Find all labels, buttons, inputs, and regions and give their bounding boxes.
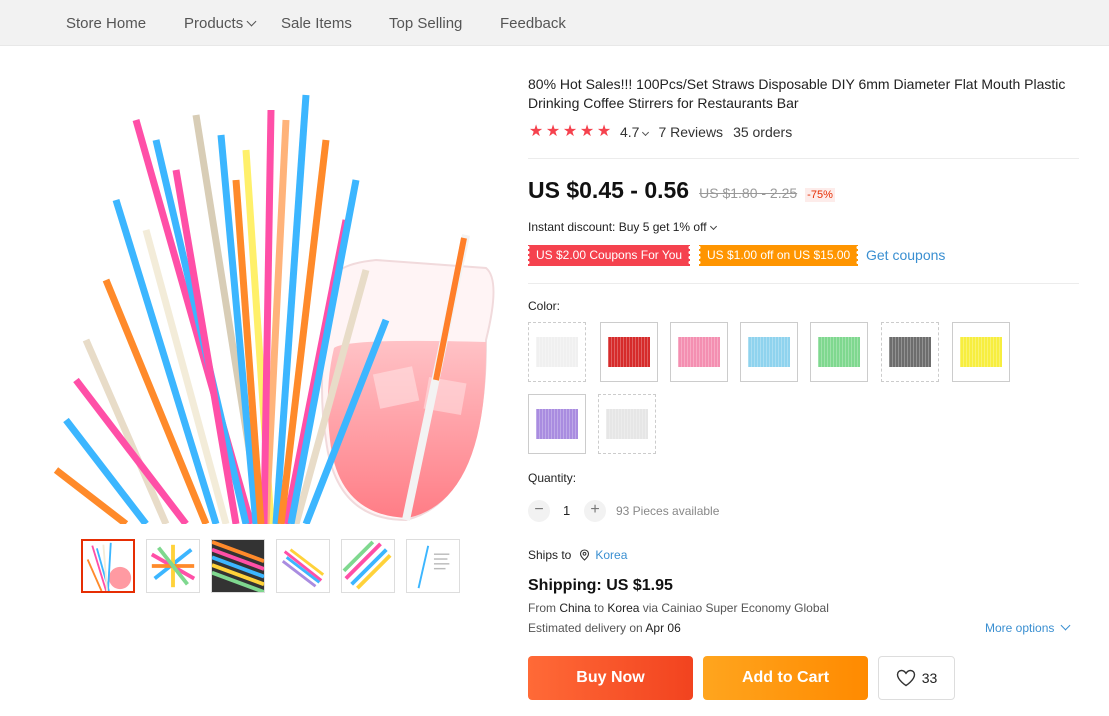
route-from-prefix: From [528,601,560,615]
color-label: Color: [528,299,561,313]
quantity-label: Quantity: [528,471,577,485]
color-swatch-white[interactable] [528,322,586,382]
thumbnail-6[interactable] [406,539,460,593]
thumbnail-4[interactable] [276,539,330,593]
swatch-color [536,337,578,367]
nav-sale-items[interactable]: Sale Items [281,15,352,32]
star-icon: ★ [528,123,544,140]
current-price: US $0.45 - 0.56 [528,177,690,203]
instant-discount[interactable]: Instant discount: Buy 5 get 1% off [528,220,717,234]
original-price: US $1.80 - 2.25 [699,185,798,201]
color-swatch-green[interactable] [810,322,868,382]
wishlist-count: 33 [921,670,938,686]
swatch-color [818,337,860,367]
route-to-word: to [590,601,608,615]
route-via: via Cainiao Super Economy Global [639,601,829,615]
color-swatch-red[interactable] [600,322,658,382]
color-swatch-clear[interactable] [598,394,656,454]
location-pin-icon [580,549,590,561]
quantity-decrease-button[interactable]: − [528,500,550,522]
quantity-available: 93 Pieces available [616,504,720,518]
star-icon: ★ [596,123,612,140]
orders-count: 35 orders [733,124,793,140]
straws-photo [53,94,495,524]
instant-discount-text: Instant discount: Buy 5 get 1% off [528,220,707,234]
reviews-link[interactable]: 7 Reviews [658,124,723,140]
star-icon: ★ [562,123,578,140]
divider [528,283,1079,284]
product-title: 80% Hot Sales!!! 100Pcs/Set Straws Dispo… [528,76,1066,111]
swatch-color [536,409,578,439]
estimated-delivery: Estimated delivery on Apr 06 [528,621,681,635]
thumbnail-image [342,540,394,592]
product-main-image[interactable] [46,80,496,524]
coupon-select[interactable]: US $1.00 off on US $15.00 [699,245,859,266]
nav-store-home[interactable]: Store Home [66,15,146,32]
ships-to-row: Ships to Korea [528,548,627,562]
thumbnail-image [147,540,199,592]
store-nav-bar: Store Home Products Sale Items Top Selli… [0,0,1109,46]
get-coupons-link[interactable]: Get coupons [866,247,945,263]
coupon-store[interactable]: US $2.00 Coupons For You [528,245,691,266]
quantity-increase-button[interactable]: + [584,500,606,522]
chevron-down-icon [246,16,257,27]
wishlist-button[interactable]: 33 [878,656,955,700]
swatch-color [606,409,648,439]
swatch-color [889,337,931,367]
color-swatch-yellow[interactable] [952,322,1010,382]
ships-to-label: Ships to [528,548,572,562]
eta-prefix: Estimated delivery on [528,621,646,635]
eta-date: Apr 06 [645,621,681,635]
star-icon: ★ [579,123,595,140]
route-from-country: China [559,601,591,615]
thumbnail-3[interactable] [211,539,265,593]
rating-value[interactable]: 4.7 [620,124,650,140]
thumbnail-1[interactable] [81,539,135,593]
thumbnail-image [83,541,133,591]
thumbnail-image [277,540,329,592]
swatch-color [960,337,1002,367]
shipping-cost: Shipping: US $1.95 [528,577,673,594]
heart-icon [896,669,915,687]
price-row: US $0.45 - 0.56 US $1.80 - 2.25 -75% [528,177,835,204]
star-icon: ★ [545,123,561,140]
nav-products[interactable]: Products [184,15,257,32]
buy-now-button[interactable]: Buy Now [528,656,693,700]
thumbnail-5[interactable] [341,539,395,593]
more-options-link[interactable]: More options [985,620,1071,635]
swatch-color [748,337,790,367]
thumbnail-2[interactable] [146,539,200,593]
color-swatch-gray[interactable] [881,322,939,382]
swatch-color [608,337,650,367]
chevron-down-icon [709,222,717,231]
ships-to-country[interactable]: Korea [595,548,627,562]
nav-products-label: Products [184,15,244,32]
divider [528,158,1079,159]
chevron-down-icon [1060,620,1071,631]
route-to-country: Korea [607,601,640,615]
more-options-label: More options [985,621,1055,635]
add-to-cart-button[interactable]: Add to Cart [703,656,868,700]
swatch-color [678,337,720,367]
thumbnail-image [212,540,264,592]
quantity-input[interactable]: 1 [563,503,570,518]
discount-badge: -75% [805,188,835,202]
color-swatch-light-blue[interactable] [740,322,798,382]
thumbnail-image [407,540,459,592]
color-swatch-purple[interactable] [528,394,586,454]
rating-stars: ★ ★ ★ ★ ★ [528,124,612,140]
nav-feedback[interactable]: Feedback [500,15,566,32]
chevron-down-icon [642,128,650,137]
nav-top-selling[interactable]: Top Selling [389,15,462,32]
color-swatch-pink[interactable] [670,322,728,382]
shipping-route: From China to Korea via Cainiao Super Ec… [528,601,829,615]
rating-row: ★ ★ ★ ★ ★ 4.7 7 Reviews 35 orders [528,124,793,141]
